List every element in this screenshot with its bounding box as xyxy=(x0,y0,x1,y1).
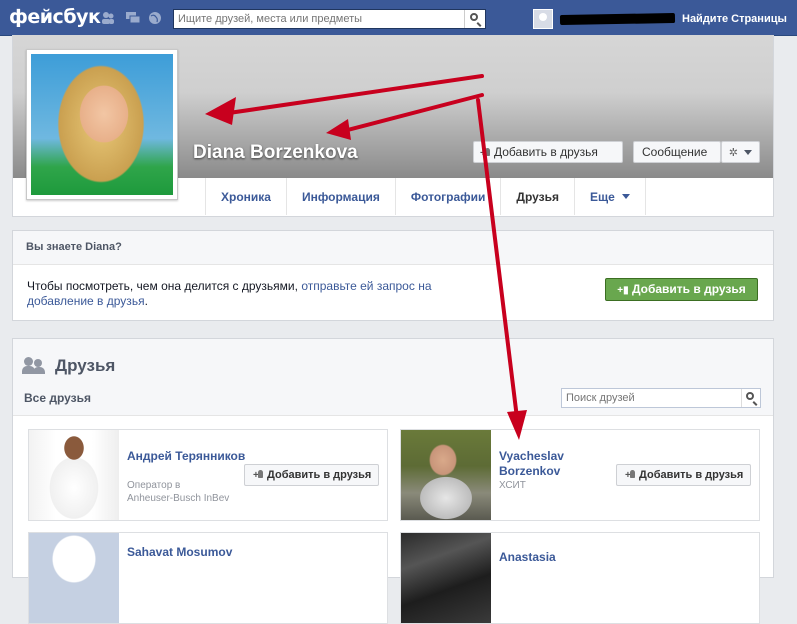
add-friend-icon xyxy=(480,144,491,164)
profile-picture[interactable] xyxy=(26,49,178,200)
do-you-know-end: . xyxy=(144,294,148,308)
friends-search-button[interactable] xyxy=(741,389,760,407)
message-label: Сообщение xyxy=(642,145,708,159)
top-search-input[interactable] xyxy=(178,11,460,27)
user-avatar[interactable] xyxy=(533,9,553,29)
friend-photo-default[interactable] xyxy=(29,533,119,623)
friend-subtitle: Оператор в Anheuser-Busch InBev xyxy=(127,479,257,505)
all-friends-tab[interactable]: Все друзья xyxy=(24,391,91,405)
add-friend-label: Добавить в друзья xyxy=(639,469,744,481)
messages-icon[interactable] xyxy=(126,11,141,25)
friend-subtitle: ХСИТ xyxy=(499,480,526,491)
friends-title: Друзья xyxy=(55,356,116,375)
friend-card: Андрей Терянников Оператор в Anheuser-Bu… xyxy=(28,429,388,521)
add-friend-button[interactable]: Добавить в друзья xyxy=(473,141,623,164)
chevron-down-icon xyxy=(744,150,753,155)
tab-timeline[interactable]: Хроника xyxy=(205,178,286,215)
friend-card: Vyacheslav Borzenkov ХСИТ Добавить в дру… xyxy=(400,429,760,521)
add-friend-green-button[interactable]: +▮ Добавить в друзья xyxy=(605,278,758,301)
friends-search-box[interactable] xyxy=(561,388,761,408)
find-pages-link[interactable]: Найдите Страницы xyxy=(682,13,787,25)
redacted-username xyxy=(559,12,676,26)
friend-name[interactable]: Vyacheslav Borzenkov xyxy=(499,449,619,479)
profile-tabs: Хроника Информация Фотографии Друзья Еще xyxy=(205,178,646,216)
facebook-logo[interactable]: фейсбук xyxy=(9,6,101,28)
friend-photo[interactable] xyxy=(401,533,491,623)
do-you-know-plain: Чтобы посмотреть, чем она делится с друз… xyxy=(27,279,302,293)
add-friend-label: Добавить в друзья xyxy=(494,145,598,159)
notifications-globe-icon[interactable] xyxy=(148,11,162,25)
friends-panel: Друзья Все друзья Андрей Терянников Опер… xyxy=(12,338,774,624)
search-icon xyxy=(470,13,478,21)
tab-more[interactable]: Еще xyxy=(574,178,646,215)
friend-name[interactable]: Sahavat Mosumov xyxy=(127,545,247,560)
friend-photo[interactable] xyxy=(29,430,119,520)
add-friend-icon xyxy=(253,466,264,486)
friends-icon xyxy=(22,357,46,374)
add-friend-button[interactable]: Добавить в друзья xyxy=(616,464,751,486)
friend-card: Sahavat Mosumov xyxy=(28,532,388,624)
friend-subtitle-line1: Оператор в xyxy=(127,480,181,491)
friends-search-input[interactable] xyxy=(566,390,736,406)
friend-name[interactable]: Андрей Терянников xyxy=(127,449,247,464)
do-you-know-panel: Вы знаете Diana? Чтобы посмотреть, чем о… xyxy=(12,230,774,321)
gear-icon: ✲ xyxy=(728,147,738,159)
top-search-button[interactable] xyxy=(464,10,485,28)
add-friend-button[interactable]: Добавить в друзья xyxy=(244,464,379,486)
friend-requests-icon[interactable] xyxy=(101,11,115,25)
add-friend-icon: +▮ xyxy=(617,285,629,296)
tab-friends[interactable]: Друзья xyxy=(500,178,574,215)
profile-name[interactable]: Diana Borzenkova xyxy=(193,142,358,164)
tab-more-label: Еще xyxy=(590,190,615,204)
friend-subtitle-line2: Anheuser-Busch InBev xyxy=(127,493,230,504)
tab-about[interactable]: Информация xyxy=(285,178,395,215)
add-friend-green-label: Добавить в друзья xyxy=(631,282,746,296)
chevron-down-icon xyxy=(621,194,630,199)
search-icon xyxy=(746,392,754,400)
do-you-know-text: Чтобы посмотреть, чем она делится с друз… xyxy=(27,279,467,309)
do-you-know-title: Вы знаете Diana? xyxy=(13,231,773,265)
add-friend-icon xyxy=(625,466,636,486)
friends-header: Друзья Все друзья xyxy=(13,339,773,416)
add-friend-label: Добавить в друзья xyxy=(267,469,372,481)
message-button[interactable]: Сообщение xyxy=(633,141,721,163)
settings-dropdown-button[interactable]: ✲ xyxy=(721,141,760,163)
top-search-box[interactable] xyxy=(173,9,486,29)
tab-photos[interactable]: Фотографии xyxy=(394,178,501,215)
profile-photo xyxy=(31,54,173,195)
friend-photo[interactable] xyxy=(401,430,491,520)
top-bar: фейсбук Найдите Страницы xyxy=(0,0,797,36)
friend-card: Anastasia xyxy=(400,532,760,624)
